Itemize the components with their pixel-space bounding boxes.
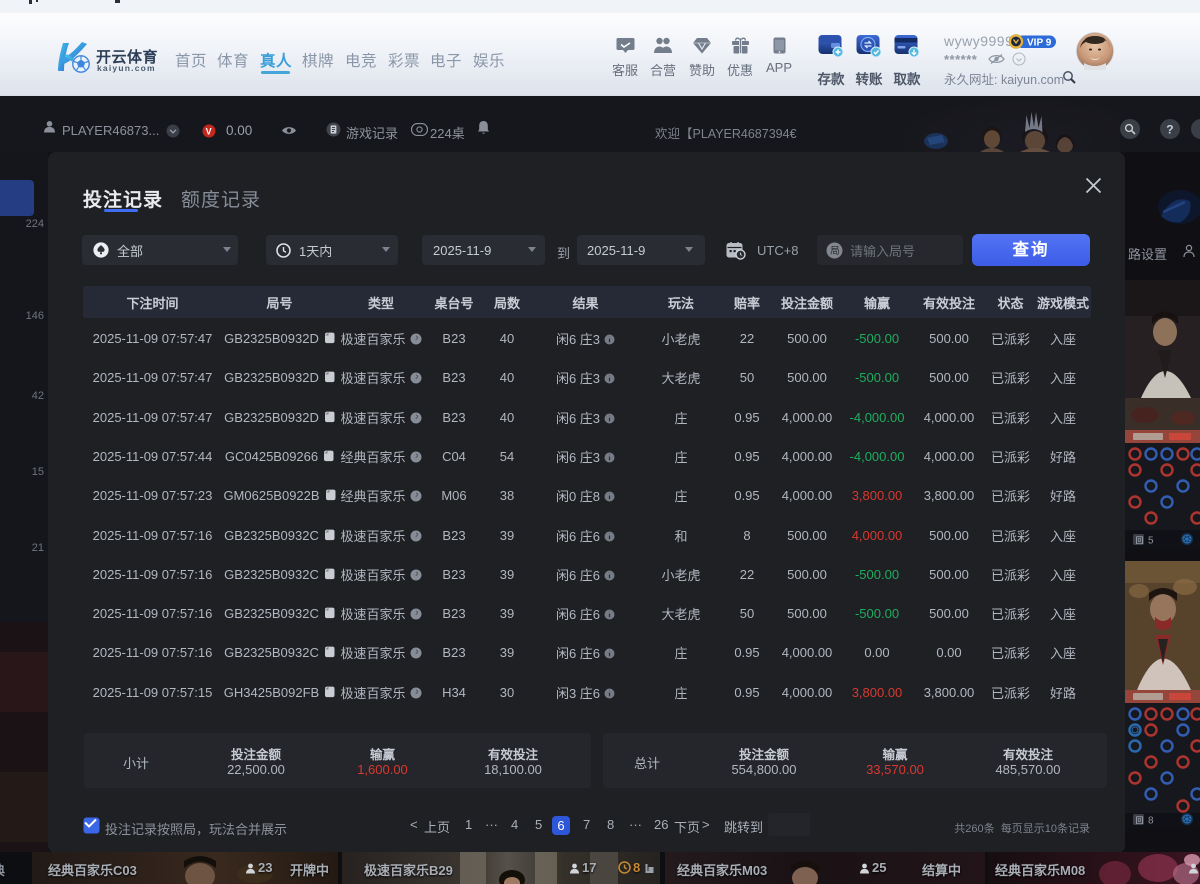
svg-text:8: 8 — [1148, 816, 1154, 827]
svg-text:局: 局 — [830, 246, 840, 257]
svg-text:V: V — [206, 126, 212, 136]
svg-text:5: 5 — [1148, 536, 1154, 547]
svg-text:回: 回 — [1136, 816, 1144, 825]
svg-text:?: ? — [1166, 122, 1173, 136]
svg-text:回: 回 — [1136, 536, 1144, 545]
svg-text:VIP 9: VIP 9 — [1027, 37, 1052, 48]
